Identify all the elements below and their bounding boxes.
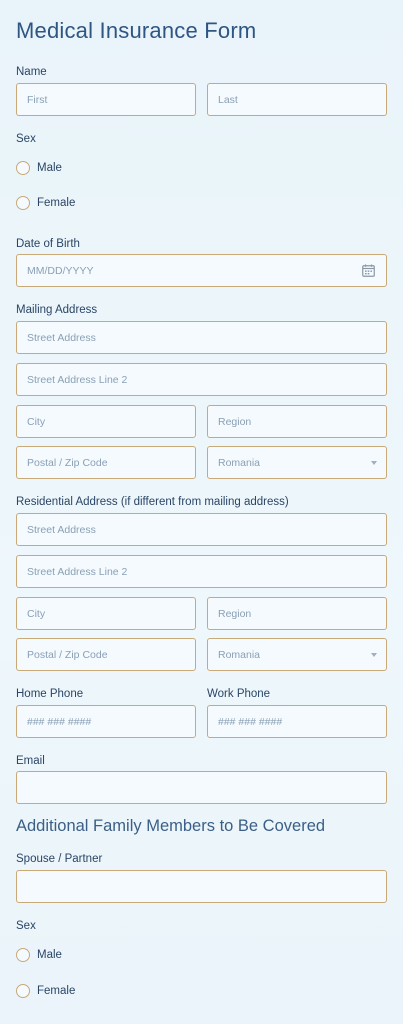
residential-country-select[interactable]: Romania [207,638,387,671]
mailing-address-label: Mailing Address [16,304,98,316]
sex-option-label: Male [37,949,62,961]
first-name-placeholder: First [27,93,48,106]
family-sex-option-male[interactable]: Male [16,948,62,962]
family-section-title: Additional Family Members to Be Covered [16,817,326,835]
family-sex-label: Sex [16,920,36,932]
residential-postal-placeholder: Postal / Zip Code [27,648,108,661]
mailing-country-select[interactable]: Romania [207,446,387,479]
sex-label: Sex [16,133,36,145]
mailing-country-value: Romania [218,456,261,469]
dob-placeholder: MM/DD/YYYY [27,264,94,277]
work-phone-label: Work Phone [207,688,271,700]
residential-street-input[interactable]: Street Address [16,513,387,546]
sex-option-male[interactable]: Male [16,161,62,175]
dob-input[interactable]: MM/DD/YYYY [16,254,387,287]
sex-option-label: Female [37,197,76,209]
mailing-city-input[interactable]: City [16,405,196,438]
residential-street2-placeholder: Street Address Line 2 [27,565,128,578]
residential-country-value: Romania [218,648,261,661]
name-label: Name [16,66,47,78]
radio-circle-icon[interactable] [16,196,30,210]
work-phone-input[interactable]: ### ### #### [207,705,387,738]
mailing-city-placeholder: City [27,415,46,428]
form-title: Medical Insurance Form [16,18,257,43]
residential-region-input[interactable]: Region [207,597,387,630]
work-phone-placeholder: ### ### #### [218,715,283,728]
mailing-postal-placeholder: Postal / Zip Code [27,456,108,469]
dob-label: Date of Birth [16,238,80,250]
mailing-street2-placeholder: Street Address Line 2 [27,373,128,386]
radio-circle-icon[interactable] [16,161,30,175]
residential-street2-input[interactable]: Street Address Line 2 [16,555,387,588]
mailing-street-input[interactable]: Street Address [16,321,387,354]
spouse-input[interactable] [16,870,387,903]
last-name-placeholder: Last [218,93,238,106]
last-name-input[interactable]: Last [207,83,387,116]
mailing-region-placeholder: Region [218,415,252,428]
email-input[interactable] [16,771,387,804]
mailing-street2-input[interactable]: Street Address Line 2 [16,363,387,396]
family-sex-option-female[interactable]: Female [16,984,75,998]
residential-address-label: Residential Address (if different from m… [16,496,289,508]
residential-city-placeholder: City [27,607,46,620]
radio-circle-icon[interactable] [16,984,30,998]
mailing-street-placeholder: Street Address [27,331,96,344]
sex-option-female[interactable]: Female [16,196,75,210]
residential-street-placeholder: Street Address [27,523,96,536]
chevron-down-icon[interactable] [371,461,377,465]
mailing-region-input[interactable]: Region [207,405,387,438]
first-name-input[interactable]: First [16,83,196,116]
home-phone-placeholder: ### ### #### [27,715,92,728]
mailing-postal-input[interactable]: Postal / Zip Code [16,446,196,479]
residential-postal-input[interactable]: Postal / Zip Code [16,638,196,671]
home-phone-input[interactable]: ### ### #### [16,705,196,738]
radio-circle-icon[interactable] [16,948,30,962]
sex-option-label: Male [37,162,62,174]
residential-city-input[interactable]: City [16,597,196,630]
sex-option-label: Female [37,985,76,997]
email-label: Email [16,755,45,767]
chevron-down-icon[interactable] [371,653,377,657]
residential-region-placeholder: Region [218,607,252,620]
calendar-icon[interactable] [362,264,375,277]
home-phone-label: Home Phone [16,688,84,700]
spouse-label: Spouse / Partner [16,853,103,865]
